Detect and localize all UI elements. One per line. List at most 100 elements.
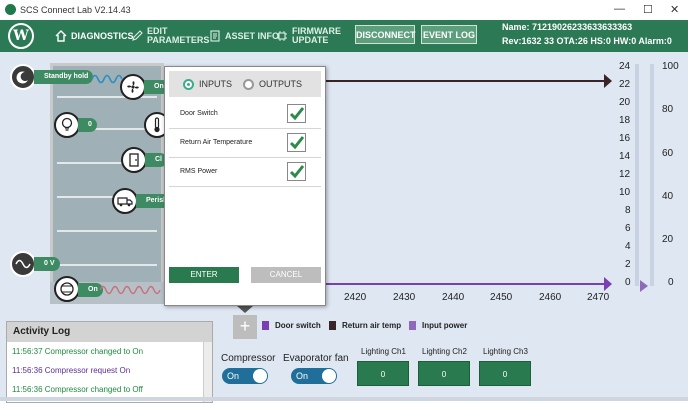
rms-power-checkbox[interactable] (287, 162, 306, 181)
outputs-tab-label[interactable]: OUTPUTS (259, 79, 302, 89)
home-icon (55, 30, 67, 42)
y-left-tick: 12 (619, 169, 631, 180)
y-right-tick: 40 (662, 191, 674, 202)
dialog-row-return-air: Return Air Temperature (169, 129, 321, 158)
door-switch-checkbox[interactable] (287, 104, 306, 123)
add-trace-button[interactable]: + (233, 315, 257, 339)
compressor-icon[interactable] (54, 276, 80, 302)
y-left-tick: 14 (619, 151, 631, 162)
y-left-tick: 8 (625, 205, 631, 216)
app-icon (5, 4, 16, 15)
minimize-button[interactable]: — (614, 3, 625, 15)
x-tick: 2420 (344, 292, 367, 303)
lighting-ch1-label: Lighting Ch1 (361, 347, 406, 356)
activity-log-scrollbar[interactable] (203, 342, 212, 402)
voltage-wave-icon (10, 251, 36, 277)
inputs-radio[interactable] (183, 79, 194, 90)
compressor-control-label: Compressor (221, 353, 276, 364)
x-tick: 2430 (393, 292, 416, 303)
app-header: W DIAGNOSTICS EDIT PARAMETERS ASSET INFO… (0, 20, 688, 52)
rms-power-label: RMS Power (180, 168, 218, 175)
enter-button[interactable]: ENTER (169, 267, 239, 283)
door-icon[interactable] (121, 147, 147, 173)
input-power-marker (640, 280, 648, 292)
x-tick: 2460 (539, 292, 562, 303)
nav-diagnostics[interactable]: DIAGNOSTICS (55, 20, 134, 52)
cancel-button[interactable]: CANCEL (251, 267, 321, 283)
dialog-row-rms-power: RMS Power (169, 158, 321, 187)
left-axis-bar (635, 64, 639, 286)
nav-edit-parameters[interactable]: EDIT PARAMETERS (131, 20, 210, 52)
return-air-checkbox[interactable] (287, 133, 306, 152)
light-bulb-icon[interactable] (54, 112, 80, 138)
outputs-radio[interactable] (243, 79, 254, 90)
lighting-ch2-value[interactable]: 0 (418, 361, 470, 386)
light-status-tag: 0 (78, 118, 97, 132)
trace-chart (320, 74, 612, 291)
fridge-illustration (50, 63, 164, 295)
compressor-coil-icon (100, 285, 161, 295)
return-air-trace-arrow (604, 74, 612, 88)
lighting-ch3-value[interactable]: 0 (479, 361, 531, 386)
standby-status-tag: Standby hold (34, 70, 94, 84)
activity-log: Activity Log 11:56:37 Compressor changed… (6, 321, 213, 403)
y-left-tick: 0 (625, 277, 631, 288)
close-button[interactable]: ✕ (670, 3, 679, 16)
window-title: SCS Connect Lab V2.14.43 (20, 5, 131, 15)
door-switch-label: Door Switch (180, 110, 218, 117)
x-tick: 2440 (442, 292, 465, 303)
y-left-tick: 2 (625, 259, 631, 270)
y-right-tick: 0 (668, 277, 674, 288)
right-axis-bar (650, 64, 654, 286)
nav-firmware-update-label: FIRMWARE UPDATE (292, 26, 341, 45)
checkmark-icon (289, 136, 305, 150)
event-log-button[interactable]: EVENT LOG (421, 25, 477, 44)
device-name: Name: 71219026233633633363 (502, 22, 633, 32)
fan-icon[interactable] (120, 74, 146, 100)
y-right-tick: 20 (662, 234, 674, 245)
bottom-divider (0, 397, 688, 401)
door-switch-trace-arrow (604, 277, 612, 291)
nav-asset-info[interactable]: ASSET INFO (209, 20, 279, 52)
y-left-tick: 10 (619, 187, 631, 198)
perishable-icon[interactable] (112, 188, 138, 214)
lighting-ch1-value[interactable]: 0 (357, 361, 409, 386)
legend-return-air-temp: Return air temp (329, 321, 401, 330)
evaporator-fan-toggle[interactable]: On (291, 368, 337, 384)
app-logo: W (8, 23, 34, 49)
evaporator-fan-control-label: Evaporator fan (283, 353, 349, 364)
checkmark-icon (289, 165, 305, 179)
activity-log-title: Activity Log (7, 322, 212, 342)
y-right-tick: 80 (662, 104, 674, 115)
window-titlebar: SCS Connect Lab V2.14.43 — ☐ ✕ (0, 0, 688, 21)
activity-entry: 11:56:36 Compressor changed to Off (12, 385, 143, 394)
voltage-status-tag: 0 V (34, 257, 60, 271)
inputs-tab-label[interactable]: INPUTS (199, 79, 232, 89)
compressor-toggle[interactable]: On (222, 368, 268, 384)
maximize-button[interactable]: ☐ (643, 3, 653, 16)
dialog-row-door-switch: Door Switch (169, 100, 321, 129)
legend-door-switch: Door switch (262, 321, 321, 330)
y-left-tick: 22 (619, 79, 631, 90)
lighting-ch3-label: Lighting Ch3 (483, 347, 528, 356)
nav-edit-parameters-label: EDIT PARAMETERS (147, 26, 210, 45)
document-icon (210, 30, 220, 42)
y-right-tick: 60 (662, 148, 674, 159)
y-left-tick: 6 (625, 223, 631, 234)
dialog-pointer-icon (237, 306, 253, 313)
y-left-tick: 24 (619, 61, 631, 72)
dialog-tab-bar: INPUTS OUTPUTS (169, 71, 321, 97)
activity-entry: 11:56:37 Compressor changed to On (12, 347, 144, 356)
x-tick: 2450 (490, 292, 513, 303)
y-left-tick: 18 (619, 115, 631, 126)
nav-asset-info-label: ASSET INFO (225, 31, 280, 41)
device-status-line: Rev:1632 33 OTA:26 HS:0 HW:0 Alarm:0 (502, 36, 672, 46)
y-left-tick: 4 (625, 241, 631, 252)
activity-entry: 11:56:36 Compressor request On (12, 366, 131, 375)
return-air-label: Return Air Temperature (180, 139, 253, 146)
disconnect-button[interactable]: DISCONNECT (355, 25, 416, 44)
nav-firmware-update[interactable]: FIRMWARE UPDATE (276, 20, 346, 52)
y-left-tick: 16 (619, 133, 631, 144)
lighting-ch2-label: Lighting Ch2 (422, 347, 467, 356)
x-tick: 2470 (587, 292, 610, 303)
